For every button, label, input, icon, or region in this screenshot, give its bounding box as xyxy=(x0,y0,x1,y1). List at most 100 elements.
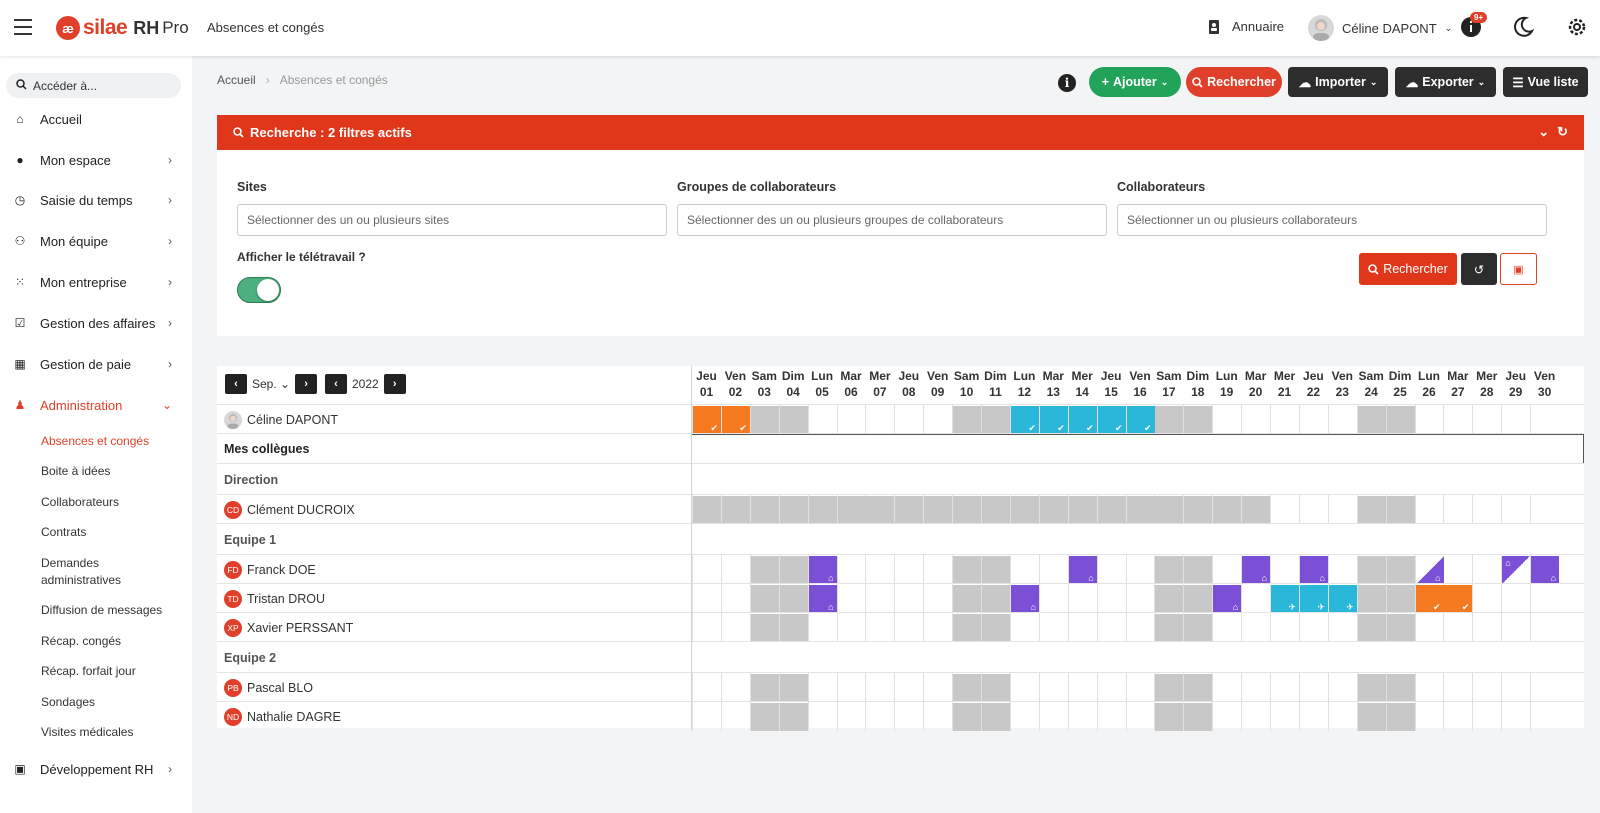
absence-cell[interactable]: ✔ xyxy=(1416,585,1444,613)
sidebar-item-administration[interactable]: ♟ Administration ⌄ xyxy=(0,386,192,424)
breadcrumb-home[interactable]: Accueil xyxy=(217,73,256,87)
save-filter-button[interactable]: ▣ xyxy=(1500,253,1537,285)
absence-cell[interactable]: ✈ xyxy=(1271,585,1299,613)
absence-cell[interactable]: ⌂ xyxy=(809,556,837,584)
add-label: Ajouter xyxy=(1113,75,1157,89)
sidebar-item-gestion-des-affaires[interactable]: ☑ Gestion des affaires › xyxy=(0,304,192,342)
absence-cell[interactable]: ⌂ xyxy=(1011,585,1039,613)
day-name: Sam xyxy=(1154,368,1183,384)
annuaire-link[interactable]: Annuaire xyxy=(1208,19,1284,34)
chevron-right-icon: › xyxy=(168,357,172,371)
absence-cell[interactable]: ⌂ xyxy=(809,585,837,613)
reset-button[interactable]: ↺ xyxy=(1461,253,1497,285)
day-name: Mar xyxy=(1241,368,1270,384)
absence-cell[interactable]: ✈ xyxy=(1329,585,1357,613)
sidebar-item-gestion-de-paie[interactable]: ▦ Gestion de paie › xyxy=(0,345,192,383)
month-select[interactable]: Sep. ⌄ xyxy=(252,377,290,391)
row-label[interactable]: TDTristan DROU xyxy=(224,584,325,613)
dark-mode-toggle[interactable] xyxy=(1512,16,1534,41)
prev-month-button[interactable]: ‹ xyxy=(225,374,247,394)
day-divider xyxy=(1415,702,1416,731)
settings-button[interactable] xyxy=(1566,16,1588,41)
import-button[interactable]: ☁ Importer ⌄ xyxy=(1288,67,1388,97)
reset-icon[interactable]: ↻ xyxy=(1557,124,1568,141)
sidebar-subitem-recap-forfait[interactable]: Récap. forfait jour xyxy=(41,663,136,680)
non-working-day-cell xyxy=(1184,496,1212,524)
notifications-button[interactable]: 9+ xyxy=(1460,16,1482,38)
non-working-day-cell xyxy=(780,614,808,642)
sidebar-subitem-visites[interactable]: Visites médicales xyxy=(41,724,133,741)
search-panel-header[interactable]: Recherche : 2 filtres actifs ⌄ ↻ xyxy=(217,115,1584,150)
sidebar-subitem-absences[interactable]: Absences et congés xyxy=(41,433,149,450)
sidebar-subitem-diffusion[interactable]: Diffusion de messages xyxy=(41,602,162,619)
non-working-day-cell xyxy=(982,556,1010,584)
sidebar-subitem-demandes[interactable]: Demandes administratives xyxy=(41,555,151,589)
sidebar-subitem-boite-a-idees[interactable]: Boite à idées xyxy=(41,463,110,480)
groups-select[interactable]: Sélectionner des un ou plusieurs groupes… xyxy=(677,204,1107,236)
search-input[interactable]: Accéder à... xyxy=(6,73,181,98)
non-working-day-cell xyxy=(953,496,981,524)
avatar xyxy=(1308,15,1334,41)
chevron-down-icon[interactable]: ⌄ xyxy=(1538,124,1549,141)
absence-cell[interactable]: ✔ xyxy=(1098,406,1126,434)
absence-cell[interactable]: ✔ xyxy=(1069,406,1097,434)
absence-cell[interactable]: ⌂ xyxy=(1502,556,1530,584)
absence-cell[interactable]: ⌂ xyxy=(1416,556,1444,584)
absence-cell[interactable]: ✔ xyxy=(1444,585,1472,613)
absence-cell[interactable]: ⌂ xyxy=(1242,556,1270,584)
absence-cell[interactable]: ✈ xyxy=(1300,585,1328,613)
logo[interactable]: æ silae RH Pro xyxy=(56,16,189,40)
next-year-button[interactable]: › xyxy=(384,374,406,394)
row-label[interactable]: Céline DAPONT xyxy=(224,405,338,434)
absence-cell[interactable]: ✔ xyxy=(1127,406,1155,434)
day-divider xyxy=(865,584,866,613)
prev-year-button[interactable]: ‹ xyxy=(325,374,347,394)
home-icon: ⌂ xyxy=(1233,602,1238,612)
day-name: Mer xyxy=(1472,368,1501,384)
row-label[interactable]: FDFranck DOE xyxy=(224,555,316,584)
sidebar-subitem-recap-conges[interactable]: Récap. congés xyxy=(41,633,121,650)
absence-cell[interactable]: ⌂ xyxy=(1300,556,1328,584)
absence-cell[interactable]: ⌂ xyxy=(1213,585,1241,613)
list-view-button[interactable]: ☰ Vue liste xyxy=(1503,67,1588,97)
non-working-day-cell xyxy=(693,496,721,524)
next-month-button[interactable]: › xyxy=(295,374,317,394)
day-divider xyxy=(1097,584,1098,613)
row-label[interactable]: PBPascal BLO xyxy=(224,673,313,702)
add-button[interactable]: + Ajouter ⌄ xyxy=(1089,67,1181,97)
sidebar-subitem-collaborateurs[interactable]: Collaborateurs xyxy=(41,494,119,511)
sidebar-item-mon-entreprise[interactable]: ⁙ Mon entreprise › xyxy=(0,263,192,301)
telework-toggle[interactable] xyxy=(237,277,281,303)
non-working-day-cell xyxy=(1155,703,1183,731)
info-icon[interactable]: i xyxy=(1058,74,1076,92)
absence-cell[interactable]: ✔ xyxy=(693,406,721,434)
absence-cell[interactable]: ⌂ xyxy=(1069,556,1097,584)
day-number: 26 xyxy=(1415,384,1444,400)
absence-cell[interactable]: ✔ xyxy=(1040,406,1068,434)
day-divider xyxy=(1443,405,1444,434)
search-button[interactable]: Rechercher xyxy=(1186,67,1282,97)
sidebar-item-developpement-rh[interactable]: ▣ Développement RH › xyxy=(0,750,192,788)
sidebar-subitem-sondages[interactable]: Sondages xyxy=(41,694,95,711)
row-label[interactable]: XPXavier PERSSANT xyxy=(224,613,353,642)
sidebar-item-saisie-du-temps[interactable]: ◷ Saisie du temps › xyxy=(0,181,192,219)
row-label[interactable]: NDNathalie DAGRE xyxy=(224,702,341,731)
absence-cell[interactable]: ✔ xyxy=(722,406,750,434)
sidebar-subitem-contrats[interactable]: Contrats xyxy=(41,524,86,541)
absence-cell[interactable]: ✔ xyxy=(1011,406,1039,434)
panel-search-label: Rechercher xyxy=(1383,262,1448,276)
panel-search-button[interactable]: Rechercher xyxy=(1359,253,1457,285)
day-divider xyxy=(1443,673,1444,702)
hamburger-menu-icon[interactable] xyxy=(14,19,32,35)
row-label[interactable]: CDClément DUCROIX xyxy=(224,495,355,524)
user-menu[interactable]: Céline DAPONT ⌄ xyxy=(1308,15,1452,41)
sidebar-item-accueil[interactable]: ⌂ Accueil xyxy=(0,100,192,138)
section-title[interactable]: Absences et congés xyxy=(207,20,324,35)
home-icon: ⌂ xyxy=(828,602,833,612)
sidebar-item-mon-equipe[interactable]: ⚇ Mon équipe › xyxy=(0,222,192,260)
absence-cell[interactable]: ⌂ xyxy=(1531,556,1559,584)
collaborators-select[interactable]: Sélectionner un ou plusieurs collaborate… xyxy=(1117,204,1547,236)
sites-select[interactable]: Sélectionner des un ou plusieurs sites xyxy=(237,204,667,236)
export-button[interactable]: ☁ Exporter ⌄ xyxy=(1395,67,1496,97)
sidebar-item-mon-espace[interactable]: ● Mon espace › xyxy=(0,141,192,179)
